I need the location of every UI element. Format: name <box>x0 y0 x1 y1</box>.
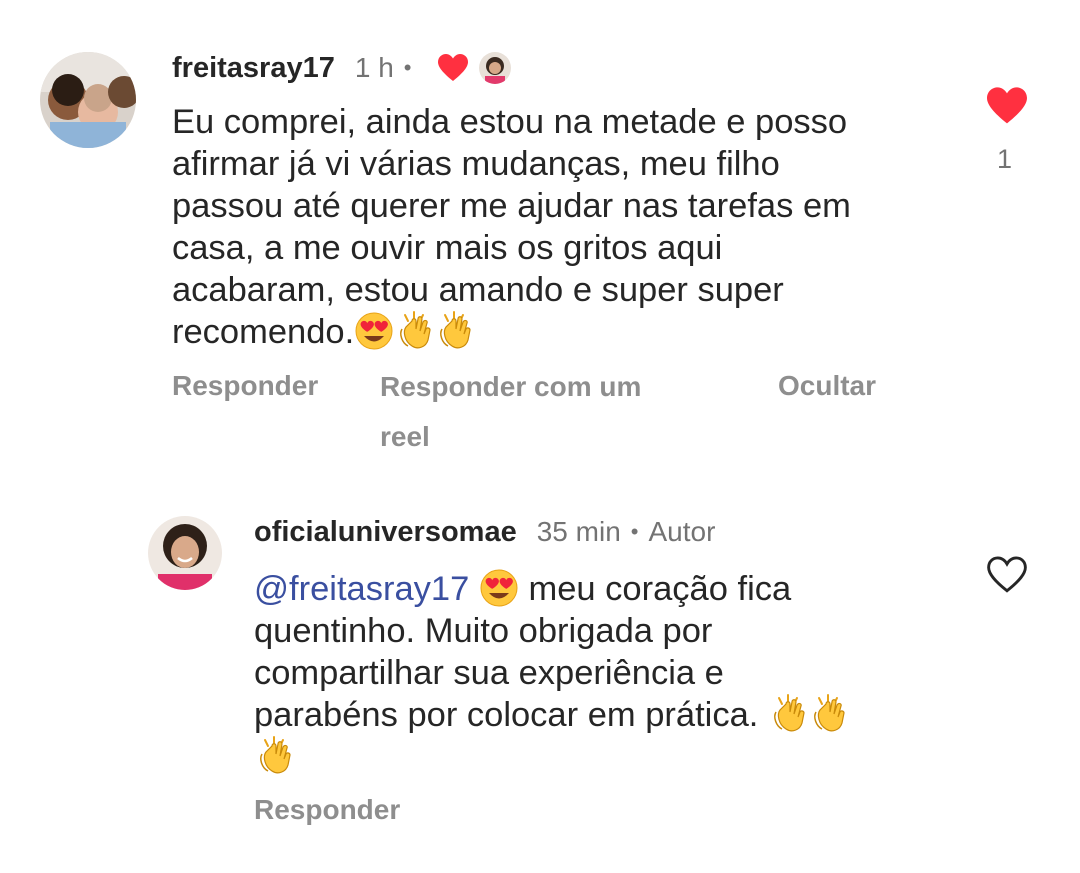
heart-outline-icon <box>987 556 1027 593</box>
comment-line-last: recomendo. <box>172 311 962 353</box>
separator: • <box>630 519 639 544</box>
author-badge: Autor <box>648 516 716 547</box>
comment-line: passou até querer me ajudar nas tarefas … <box>172 187 851 225</box>
reply-text: @freitasray17 meu coração fica quentinho… <box>254 568 954 778</box>
reply-line: parabéns por colocar em prática. <box>254 696 759 734</box>
reply-with-reel-line: reel <box>380 421 430 452</box>
comment-line: afirmar já vi várias mudanças, meu filho <box>172 145 780 183</box>
author-avatar[interactable] <box>148 516 222 590</box>
reply-with-reel-button[interactable]: Responder com um reel <box>380 370 641 454</box>
comment-username[interactable]: freitasray17 <box>172 52 335 85</box>
separator: • <box>403 55 412 80</box>
hide-button[interactable]: Ocultar <box>778 370 876 402</box>
comment-line: acabaram, estou amando e super super <box>172 271 784 309</box>
comment-line: recomendo. <box>172 313 355 351</box>
reply-line-emoji-only <box>254 736 954 778</box>
reply-line: quentinho. Muito obrigada por <box>254 612 713 650</box>
reply-reply-button[interactable]: Responder <box>254 794 400 826</box>
heart-filled-icon <box>987 87 1027 124</box>
reply-username[interactable]: oficialuniversomae <box>254 516 517 549</box>
clapping-hands-emoji-icon <box>394 311 434 351</box>
reply-line-first: @freitasray17 meu coração fica <box>254 568 954 610</box>
comment-like-count: 1 <box>997 144 1013 174</box>
clapping-hands-emoji-icon <box>254 736 294 776</box>
reply-line-with-emoji: parabéns por colocar em prática. <box>254 694 954 736</box>
comment-line: Eu comprei, ainda estou na metade e poss… <box>172 103 848 141</box>
heart-eyes-emoji-icon <box>479 568 519 608</box>
reply-button[interactable]: Responder <box>172 370 318 402</box>
reply-line: compartilhar sua experiência e <box>254 654 724 692</box>
mention-link[interactable]: @freitasray17 <box>254 570 469 608</box>
heart-eyes-emoji-icon <box>354 311 394 351</box>
reply-with-reel-line: Responder com um <box>380 371 642 402</box>
comment-time: 1 h <box>354 52 394 83</box>
liked-by-author-heart-icon <box>437 53 469 83</box>
reply-like-button[interactable] <box>986 555 1028 595</box>
clapping-hands-emoji-icon <box>434 311 474 351</box>
clapping-hands-emoji-icon <box>768 694 808 734</box>
clapping-hands-emoji-icon <box>808 694 848 734</box>
reply-header: oficialuniversomae 35 min • Autor <box>254 512 715 552</box>
reply-line: meu coração fica <box>528 570 792 608</box>
author-avatar-mini <box>479 52 512 84</box>
reply-time: 35 min <box>536 516 621 547</box>
comment-like-button[interactable] <box>985 86 1029 126</box>
comment-text: Eu comprei, ainda estou na metade e poss… <box>172 101 962 353</box>
comment-header: freitasray17 1 h • <box>172 48 512 88</box>
avatar[interactable] <box>40 52 136 148</box>
comment-line: casa, a me ouvir mais os gritos aqui <box>172 229 723 267</box>
